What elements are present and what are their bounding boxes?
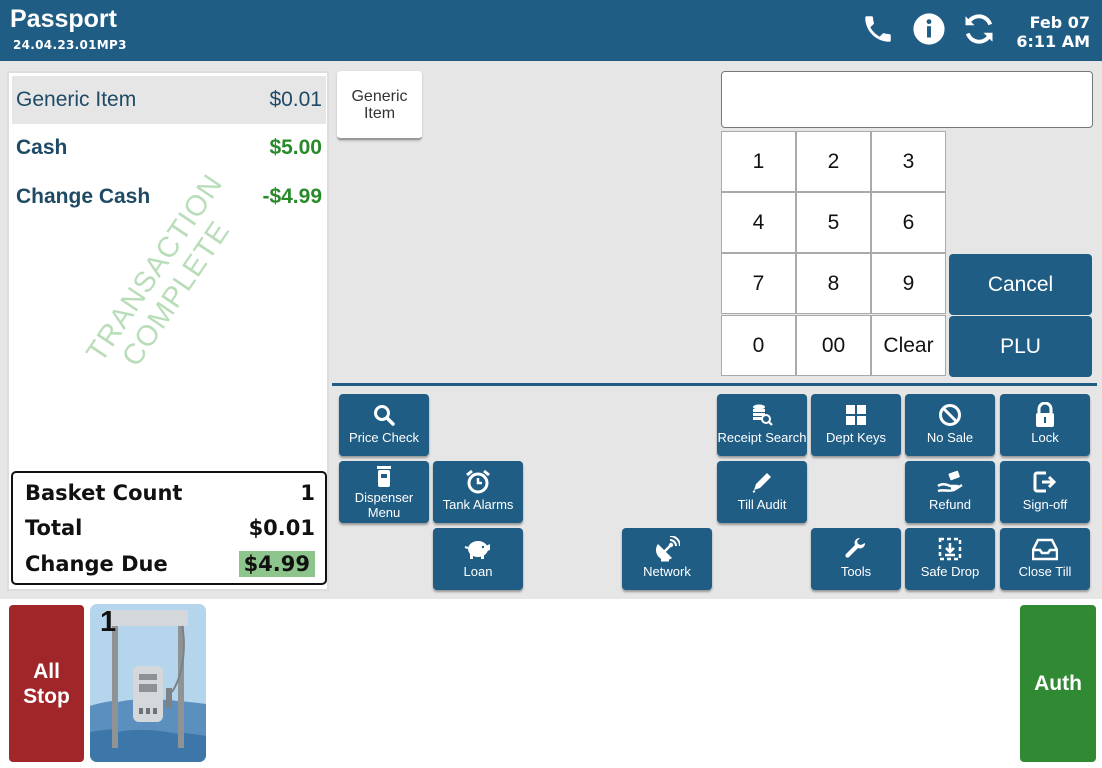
tools-label: Tools [840,564,872,579]
receipt-search-label: Receipt Search [717,430,807,445]
grid-icon [811,402,901,428]
refund-button[interactable]: Refund [905,461,995,523]
section-divider [332,383,1097,386]
change-label: Change Cash [16,185,151,208]
change-due-value: $4.99 [238,551,315,577]
basket-count-label: Basket Count [25,481,183,505]
total-row: Total $0.01 [25,514,315,542]
totals-box: Basket Count 1 Total $0.01 Change Due $4… [11,471,327,585]
change-value: -$4.99 [262,185,322,208]
sign-out-icon [1000,469,1090,495]
info-icon[interactable] [911,11,947,47]
safe-drop-button[interactable]: Safe Drop [905,528,995,590]
pump-number: 1 [100,606,117,638]
piggy-bank-icon [433,536,523,562]
till-audit-button[interactable]: Till Audit [717,461,807,523]
tools-button[interactable]: Tools [811,528,901,590]
generic-item-label: Generic Item [351,87,408,122]
close-till-button[interactable]: Close Till [1000,528,1090,590]
ban-icon [905,402,995,428]
change-due-row: Change Due $4.99 [25,548,315,580]
hand-money-icon [905,469,995,495]
search-icon [339,402,429,428]
price-check-label: Price Check [348,430,420,445]
lock-icon [1000,402,1090,428]
cancel-button[interactable]: Cancel [949,254,1092,315]
no-sale-button[interactable]: No Sale [905,394,995,456]
dept-keys-button[interactable]: Dept Keys [811,394,901,456]
forecourt-panel: All Stop 1 Auth [0,599,1102,768]
tank-alarms-label: Tank Alarms [442,497,514,512]
fuel-pump-1[interactable]: 1 [90,604,206,762]
sign-off-button[interactable]: Sign-off [1000,461,1090,523]
dispenser-icon [339,464,429,490]
dept-keys-label: Dept Keys [826,430,886,445]
sign-off-label: Sign-off [1022,497,1068,512]
refresh-icon[interactable] [961,11,997,47]
time-text: 6:11 AM [1016,32,1090,51]
lock-button[interactable]: Lock [1000,394,1090,456]
basket-count-value: 1 [300,481,315,505]
app-version: 24.04.23.01MP3 [13,38,127,52]
cash-value: $5.00 [269,136,322,159]
lock-label: Lock [1031,430,1059,445]
satellite-dish-icon [622,536,712,562]
key-5[interactable]: 5 [796,192,871,253]
generic-item-button[interactable]: Generic Item [337,71,422,140]
key-3[interactable]: 3 [871,131,946,192]
total-label: Total [25,516,83,540]
key-2[interactable]: 2 [796,131,871,192]
receipt-cash-line: Cash $5.00 [12,127,326,169]
receipt-search-button[interactable]: Receipt Search [717,394,807,456]
date-time: Feb 07 6:11 AM [1016,13,1090,51]
key-9[interactable]: 9 [871,253,946,314]
key-7[interactable]: 7 [721,253,796,314]
key-8[interactable]: 8 [796,253,871,314]
phone-icon[interactable] [860,11,896,47]
refund-label: Refund [929,497,971,512]
date-text: Feb 07 [1029,13,1090,32]
plu-button[interactable]: PLU [949,316,1092,377]
auth-button[interactable]: Auth [1020,605,1096,762]
key-00[interactable]: 00 [796,315,871,376]
item-price: $0.01 [269,88,322,111]
inbox-tray-icon [1000,536,1090,562]
safe-drop-label: Safe Drop [920,564,980,579]
key-4[interactable]: 4 [721,192,796,253]
safe-drop-icon [905,536,995,562]
no-sale-label: No Sale [926,430,974,445]
dispenser-menu-button[interactable]: Dispenser Menu [339,461,429,523]
change-due-label: Change Due [25,552,168,576]
till-audit-label: Till Audit [737,497,787,512]
receipt-change-line: Change Cash -$4.99 [12,176,326,218]
cash-label: Cash [16,136,68,159]
network-label: Network [643,564,691,579]
key-clear[interactable]: Clear [871,315,946,376]
receipt-search-icon [717,402,807,428]
key-6[interactable]: 6 [871,192,946,253]
pencil-icon [717,469,807,495]
network-button[interactable]: Network [622,528,712,590]
total-value: $0.01 [248,516,315,540]
loan-button[interactable]: Loan [433,528,523,590]
receipt-panel: Generic Item $0.01 Cash $5.00 Change Cas… [7,71,329,591]
alarm-clock-icon [433,469,523,495]
receipt-line-item[interactable]: Generic Item $0.01 [12,76,326,124]
item-name: Generic Item [16,88,137,111]
price-check-button[interactable]: Price Check [339,394,429,456]
loan-label: Loan [463,564,493,579]
close-till-label: Close Till [1018,564,1072,579]
key-0[interactable]: 0 [721,315,796,376]
entry-field[interactable] [721,71,1093,128]
wrench-icon [811,536,901,562]
key-1[interactable]: 1 [721,131,796,192]
dispenser-menu-label: Dispenser Menu [354,490,414,520]
app-title: Passport [10,5,117,33]
header-bar: Passport 24.04.23.01MP3 Feb 07 6:11 AM [0,0,1102,61]
basket-count-row: Basket Count 1 [25,479,315,507]
all-stop-label: All Stop [23,659,70,708]
all-stop-button[interactable]: All Stop [9,605,84,762]
tank-alarms-button[interactable]: Tank Alarms [433,461,523,523]
